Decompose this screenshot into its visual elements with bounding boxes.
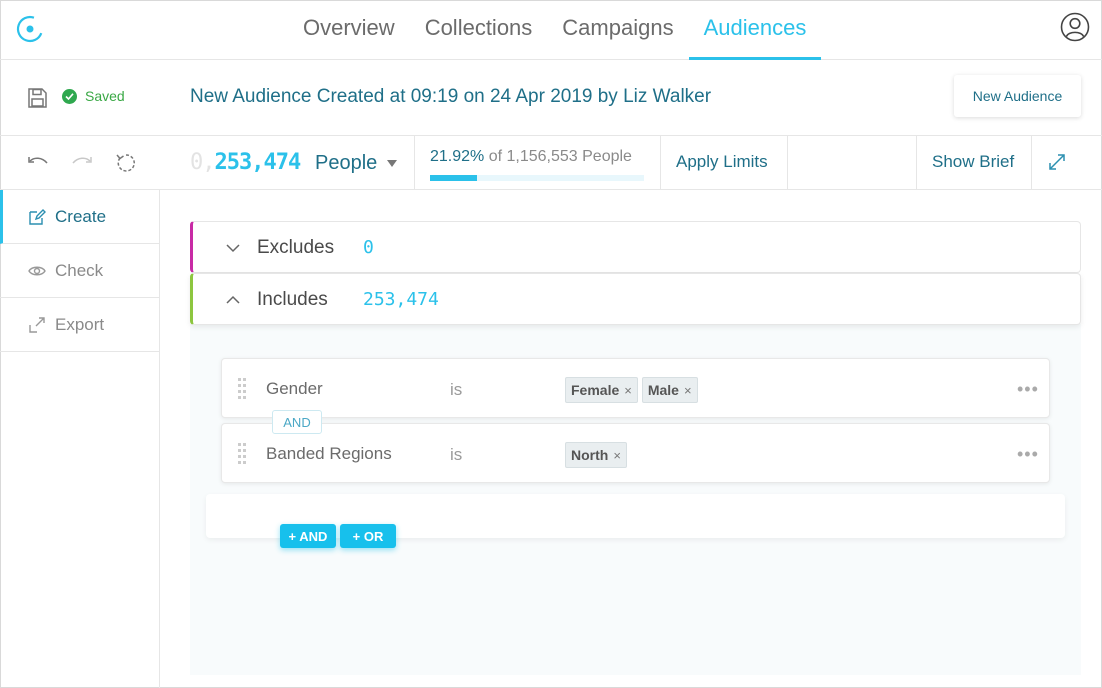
- more-options-icon[interactable]: •••: [1017, 379, 1039, 400]
- audience-count: 0, 253,474: [190, 150, 302, 175]
- remove-icon[interactable]: ×: [624, 383, 632, 398]
- user-icon[interactable]: [1060, 12, 1090, 42]
- excludes-count: 0: [363, 237, 374, 258]
- rule-row: Gender is Female × Male × •••: [221, 358, 1050, 418]
- count-value: 253,474: [214, 150, 302, 175]
- remove-icon[interactable]: ×: [613, 448, 621, 463]
- percentage-of-total: 21.92% of 1,156,553 People: [430, 148, 632, 166]
- tab-overview[interactable]: Overview: [288, 0, 410, 60]
- expand-icon[interactable]: [1047, 152, 1067, 172]
- value-chip[interactable]: Male ×: [641, 377, 698, 403]
- rule-operator[interactable]: is: [450, 445, 462, 465]
- add-and-button[interactable]: + AND: [280, 524, 336, 548]
- divider: [787, 136, 788, 190]
- percentage-value: 21.92%: [430, 148, 485, 165]
- nav-tabs: Overview Collections Campaigns Audiences: [288, 0, 822, 60]
- divider: [660, 136, 661, 190]
- value-chip-label: North: [571, 447, 609, 463]
- rule-field[interactable]: Banded Regions: [266, 444, 392, 464]
- rule-values: North ×: [565, 442, 631, 468]
- excludes-group[interactable]: Excludes 0: [190, 221, 1081, 273]
- saved-label: Saved: [85, 88, 125, 104]
- value-chip[interactable]: Female ×: [565, 377, 638, 403]
- rule-row: Banded Regions is North × •••: [221, 423, 1050, 483]
- sidebar-item-export[interactable]: Export: [0, 298, 160, 352]
- divider: [916, 136, 917, 190]
- sidebar-item-label: Create: [55, 206, 107, 226]
- remove-icon[interactable]: ×: [684, 383, 692, 398]
- sidebar: Create Check Export: [0, 190, 160, 688]
- top-nav: Overview Collections Campaigns Audiences: [0, 0, 1102, 60]
- percentage-total: of 1,156,553 People: [484, 148, 632, 165]
- logo-icon[interactable]: [14, 13, 46, 45]
- redo-icon[interactable]: [70, 152, 94, 174]
- saved-status: Saved: [62, 88, 125, 104]
- eye-icon: [28, 266, 46, 275]
- reset-icon[interactable]: [114, 152, 138, 174]
- edit-icon: [29, 208, 46, 225]
- includes-group[interactable]: Includes 253,474: [190, 273, 1081, 325]
- caret-down-icon: [387, 160, 398, 167]
- audience-header: Saved New Audience Created at 09:19 on 2…: [0, 60, 1102, 136]
- unit-selector[interactable]: People: [315, 152, 398, 175]
- new-audience-button[interactable]: New Audience: [954, 75, 1081, 117]
- sidebar-item-check[interactable]: Check: [0, 244, 160, 298]
- sidebar-item-create[interactable]: Create: [0, 190, 160, 244]
- undo-icon[interactable]: [26, 152, 50, 174]
- tab-collections[interactable]: Collections: [410, 0, 548, 60]
- chevron-down-icon[interactable]: [225, 240, 241, 256]
- drag-handle-icon[interactable]: [236, 442, 248, 466]
- apply-limits-button[interactable]: Apply Limits: [676, 152, 768, 172]
- check-circle-icon: [62, 88, 77, 104]
- includes-count: 253,474: [363, 289, 439, 310]
- value-chip-label: Male: [647, 382, 679, 398]
- more-options-icon[interactable]: •••: [1017, 444, 1039, 465]
- sidebar-item-label: Export: [55, 314, 105, 334]
- percentage-bar: [430, 175, 644, 181]
- audience-toolbar: 0, 253,474 People 21.92% of 1,156,553 Pe…: [0, 136, 1102, 190]
- divider: [414, 136, 415, 190]
- divider: [1031, 136, 1032, 190]
- audience-title: New Audience Created at 09:19 on 24 Apr …: [190, 86, 712, 107]
- unit-selector-label: People: [315, 152, 378, 174]
- value-chip-label: Female: [571, 382, 620, 398]
- save-icon[interactable]: [26, 87, 48, 109]
- percentage-bar-fill: [430, 175, 477, 181]
- chevron-up-icon[interactable]: [225, 292, 241, 308]
- tab-audiences[interactable]: Audiences: [688, 0, 822, 60]
- drag-handle-icon[interactable]: [236, 377, 248, 401]
- sidebar-item-label: Check: [55, 260, 104, 280]
- rule-field[interactable]: Gender: [266, 379, 323, 399]
- export-icon: [29, 316, 45, 333]
- value-chip[interactable]: North ×: [565, 442, 627, 468]
- rule-operator[interactable]: is: [450, 380, 462, 400]
- show-brief-button[interactable]: Show Brief: [932, 152, 1014, 172]
- add-or-button[interactable]: + OR: [340, 524, 396, 548]
- excludes-label: Excludes: [257, 237, 335, 258]
- tab-campaigns[interactable]: Campaigns: [547, 0, 688, 60]
- and-connector-badge[interactable]: AND: [272, 410, 322, 434]
- rule-values: Female × Male ×: [565, 377, 702, 403]
- count-ghost-digits: 0,: [190, 150, 215, 175]
- includes-label: Includes: [257, 289, 328, 310]
